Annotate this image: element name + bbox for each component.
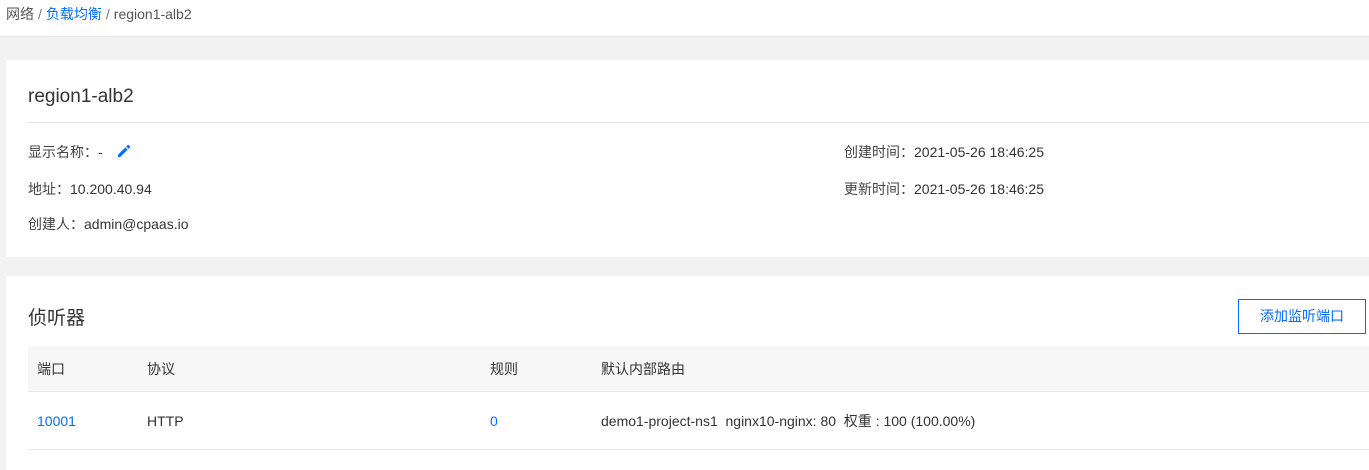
column-header-rules: 规则 xyxy=(490,360,518,377)
breadcrumb-separator: / xyxy=(38,6,42,22)
page-title: region1-alb2 xyxy=(28,86,134,107)
basic-info-card: region1-alb2 显示名称：- 地址：10.200.40.94 创建人：… xyxy=(6,60,1369,257)
created-time-value: 2021-05-26 18:46:25 xyxy=(914,144,1044,160)
breadcrumb-load-balancer-link[interactable]: 负载均衡 xyxy=(46,6,102,22)
address-value: 10.200.40.94 xyxy=(70,181,152,197)
creator-field: 创建人：admin@cpaas.io xyxy=(28,214,189,234)
add-listener-port-button[interactable]: 添加监听端口 xyxy=(1238,299,1366,334)
creator-label: 创建人： xyxy=(28,216,84,232)
display-name-label: 显示名称： xyxy=(28,144,98,160)
divider xyxy=(28,122,1369,123)
port-link[interactable]: 10001 xyxy=(37,413,76,429)
created-time-label: 创建时间： xyxy=(844,144,914,160)
protocol-cell: HTTP xyxy=(147,412,184,429)
updated-time-label: 更新时间： xyxy=(844,181,914,197)
updated-time-value: 2021-05-26 18:46:25 xyxy=(914,181,1044,197)
column-header-default-route: 默认内部路由 xyxy=(601,360,685,377)
address-label: 地址： xyxy=(28,181,70,197)
updated-time-field: 更新时间：2021-05-26 18:46:25 xyxy=(844,179,1044,199)
address-field: 地址：10.200.40.94 xyxy=(28,179,152,199)
creator-value: admin@cpaas.io xyxy=(84,216,189,232)
listeners-title: 侦听器 xyxy=(28,308,86,329)
created-time-field: 创建时间：2021-05-26 18:46:25 xyxy=(844,142,1044,162)
breadcrumb-separator: / xyxy=(105,6,110,22)
listeners-card: 侦听器 添加监听端口 端口 协议 规则 默认内部路由 10001 HTTP 0 … xyxy=(6,276,1369,470)
column-header-port: 端口 xyxy=(37,360,65,377)
column-header-protocol: 协议 xyxy=(147,360,175,377)
rules-count-link[interactable]: 0 xyxy=(490,413,498,429)
display-name-field: 显示名称：- xyxy=(28,142,133,162)
table-header: 端口 协议 规则 默认内部路由 xyxy=(28,346,1369,392)
default-route-cell: demo1-project-ns1 nginx10-nginx: 80 权重 :… xyxy=(601,412,976,429)
pencil-icon[interactable] xyxy=(115,142,133,160)
breadcrumb-current: region1-alb2 xyxy=(113,6,192,22)
breadcrumb-root: 网络 xyxy=(6,6,34,22)
breadcrumb: 网络 / 负载均衡 / region1-alb2 xyxy=(0,0,1369,37)
table-row: 10001 HTTP 0 demo1-project-ns1 nginx10-n… xyxy=(28,392,1369,450)
display-name-value: - xyxy=(98,144,103,160)
